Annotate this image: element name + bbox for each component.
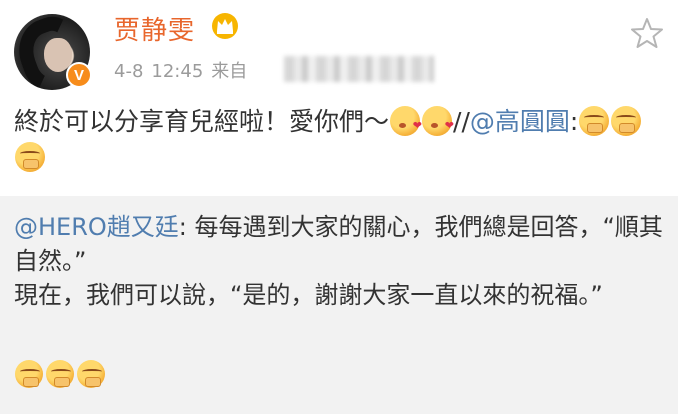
crown-icon [212,13,238,39]
repost-line-2: 現在，我們可以說，“是的，謝謝大家一直以來的祝福。” [14,281,603,309]
shy-emoji-icon [15,360,43,388]
repost-colon: : [178,213,187,241]
kiss-emoji-icon [422,106,454,144]
shy-emoji-icon [77,360,105,388]
post-content: 終於可以分享育兒經啦！愛你們～ //@高圓圓: [14,104,664,176]
username[interactable]: 贾静雯 [114,10,195,47]
repost-block[interactable]: @HERO趙又廷: 每每遇到大家的關心，我們總是回答，“順其自然。” 現在，我們… [0,196,678,414]
star-icon[interactable] [630,16,664,50]
shy-emoji-icon [611,106,642,136]
post-source-label: 来自 [211,61,248,82]
kiss-emoji-icon [390,106,422,144]
post-separator: // [453,107,470,136]
post-time: 12:45 [151,61,204,82]
post-date: 4-8 [114,61,144,82]
repost-author-link[interactable]: @HERO趙又廷 [14,213,179,241]
verified-badge-icon: V [66,62,92,88]
shy-emoji-icon [579,106,610,136]
mention-colon: : [569,107,579,136]
post-text: 終於可以分享育兒經啦！愛你們～ [14,107,390,136]
shy-emoji-icon [15,142,45,172]
mention-link[interactable]: @高圓圓 [470,107,570,136]
shy-emoji-icon [46,360,74,388]
weibo-post: V 贾静雯 4-8 12:45 来自 終於可以分享育兒經啦！愛你們～ //@高圓圓: [0,0,678,196]
repost-emojis [14,360,107,388]
post-meta: 4-8 12:45 来自 [114,57,255,83]
repost-content: @HERO趙又廷: 每每遇到大家的關心，我們總是回答，“順其自然。” 現在，我們… [14,210,664,312]
blurred-source [284,56,434,82]
